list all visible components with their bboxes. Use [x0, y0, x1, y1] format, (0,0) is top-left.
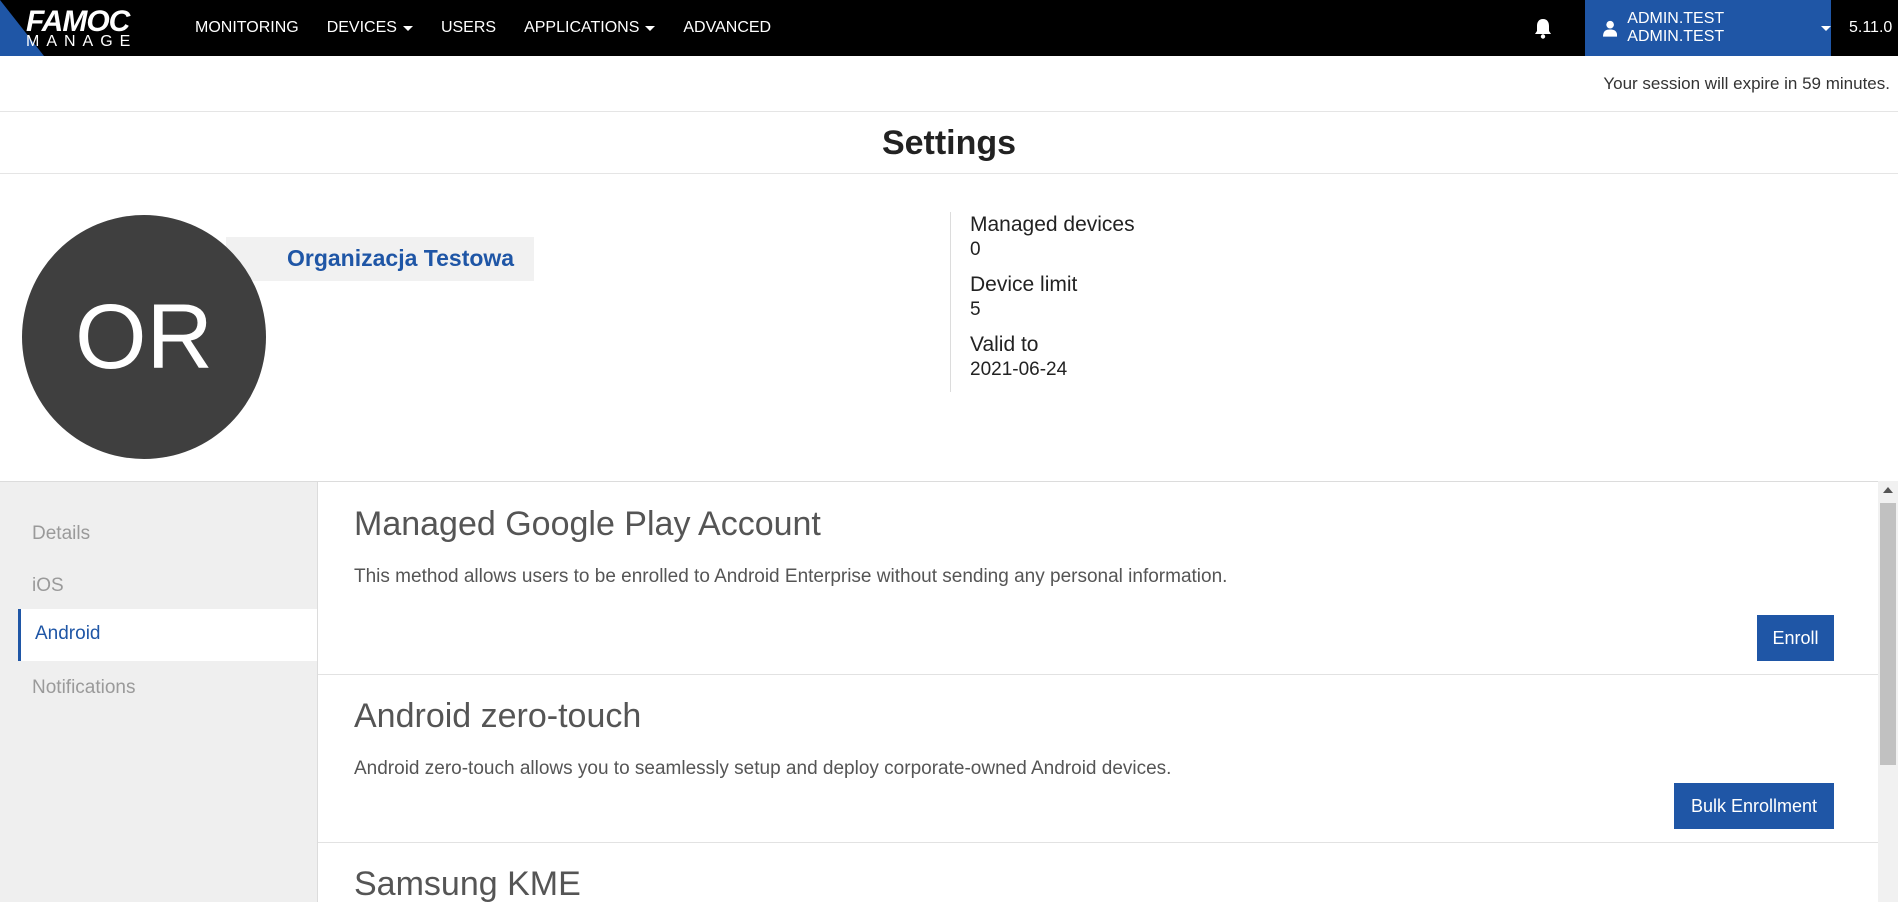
bell-icon[interactable]	[1532, 16, 1554, 40]
nav-monitoring[interactable]: MONITORING	[195, 19, 299, 37]
section-android-zero-touch: Android zero-touch Android zero-touch al…	[318, 675, 1878, 843]
organization-name: Organizacja Testowa	[287, 245, 515, 271]
stat-managed-devices-label: Managed devices	[970, 213, 1135, 236]
title-bar: Settings	[0, 112, 1898, 174]
stat-device-limit-value: 5	[970, 299, 981, 320]
chevron-down-icon	[645, 25, 656, 31]
stat-device-limit-label: Device limit	[970, 273, 1078, 296]
session-bar: Your session will expire in 59 minutes.	[0, 56, 1898, 112]
avatar: OR	[22, 215, 266, 459]
nav-applications-label: APPLICATIONS	[524, 19, 640, 36]
content-scrollbar[interactable]	[1878, 481, 1898, 902]
stat-valid-to-value: 2021-06-24	[970, 359, 1068, 380]
nav-users-label: USERS	[440, 19, 497, 36]
section-managed-google-play: Managed Google Play Account This method …	[318, 482, 1878, 675]
android-settings-panel: Managed Google Play Account This method …	[317, 481, 1878, 902]
bulk-enrollment-button[interactable]: Bulk Enrollment	[1674, 783, 1834, 829]
scroll-up-arrow-icon[interactable]	[1883, 487, 1893, 493]
session-expiry-text: Your session will expire in 59 minutes.	[1603, 74, 1890, 93]
stat-managed-devices-value: 0	[970, 239, 981, 260]
sidebar-item-details[interactable]: Details	[32, 523, 90, 545]
enroll-button[interactable]: Enroll	[1757, 615, 1834, 661]
section-title: Managed Google Play Account	[354, 505, 821, 543]
scrollbar-thumb[interactable]	[1880, 503, 1896, 765]
nav-users[interactable]: USERS	[441, 19, 496, 37]
nav-advanced[interactable]: ADVANCED	[683, 19, 771, 37]
main-nav: MONITORING DEVICES USERS APPLICATIONS AD…	[195, 0, 799, 56]
settings-sidebar: Details iOS Notifications	[0, 481, 317, 902]
chevron-down-icon	[1821, 25, 1831, 31]
user-icon	[1603, 20, 1618, 37]
section-title: Samsung KME	[354, 865, 581, 902]
nav-devices-label: DEVICES	[326, 19, 397, 36]
license-stats: Managed devices 0 Device limit 5 Valid t…	[950, 212, 1135, 392]
section-description: This method allows users to be enrolled …	[354, 566, 1228, 587]
user-menu[interactable]: ADMIN.TEST ADMIN.TEST	[1585, 0, 1831, 56]
section-samsung-kme: Samsung KME	[318, 843, 1878, 902]
section-description: Android zero-touch allows you to seamles…	[354, 758, 1172, 779]
version-label: 5.11.0	[1849, 19, 1893, 36]
page-title: Settings	[881, 124, 1017, 162]
sidebar-item-ios[interactable]: iOS	[32, 575, 64, 597]
user-name: ADMIN.TEST ADMIN.TEST	[1627, 10, 1725, 45]
section-title: Android zero-touch	[354, 697, 642, 735]
sidebar-item-android-label: Android	[35, 623, 101, 644]
nav-advanced-label: ADVANCED	[683, 19, 772, 36]
logo-text-bottom: MANAGE	[26, 33, 138, 50]
stat-valid-to-label: Valid to	[970, 333, 1039, 356]
famoc-logo[interactable]: FAMOC MANAGE	[0, 0, 170, 56]
nav-applications[interactable]: APPLICATIONS	[524, 19, 656, 37]
nav-devices[interactable]: DEVICES	[327, 19, 413, 37]
nav-monitoring-label: MONITORING	[195, 19, 299, 36]
sidebar-item-notifications[interactable]: Notifications	[32, 677, 136, 699]
top-navbar: FAMOC MANAGE MONITORING DEVICES USERS AP…	[0, 0, 1898, 56]
sidebar-item-android[interactable]: Android	[18, 609, 317, 661]
chevron-down-icon	[402, 25, 413, 31]
